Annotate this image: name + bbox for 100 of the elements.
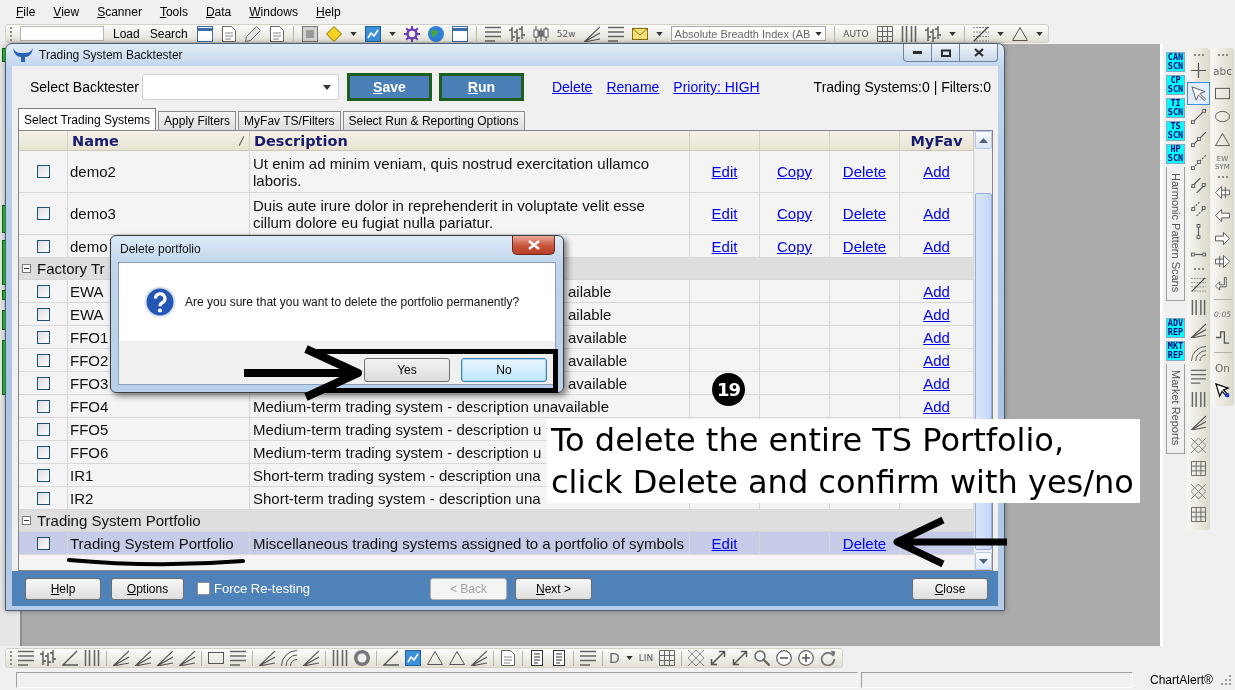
window-icon[interactable] bbox=[451, 25, 468, 42]
triangle-icon[interactable] bbox=[449, 650, 465, 666]
diagonal-arrows-icon[interactable] bbox=[732, 650, 749, 666]
refresh-icon[interactable] bbox=[820, 650, 837, 666]
checkbox[interactable] bbox=[36, 330, 50, 344]
checkbox[interactable] bbox=[36, 445, 50, 459]
chart-box-icon[interactable] bbox=[405, 650, 421, 666]
add-favorite-link[interactable]: Add bbox=[923, 351, 950, 369]
bar-chart-icon[interactable] bbox=[508, 25, 525, 42]
bar-chart-icon[interactable] bbox=[924, 25, 941, 42]
linear-scale-button[interactable]: LIN bbox=[638, 653, 654, 663]
angle-icon[interactable] bbox=[383, 650, 399, 666]
copy-link[interactable]: Copy bbox=[777, 237, 812, 255]
checkbox[interactable] bbox=[36, 239, 50, 253]
tab[interactable]: Select Run & Reporting Options bbox=[342, 111, 525, 130]
fan-lines-icon[interactable] bbox=[303, 650, 319, 666]
vertical-bars-icon[interactable] bbox=[84, 650, 100, 666]
add-favorite-link[interactable]: Add bbox=[923, 328, 950, 346]
edit-link[interactable]: Edit bbox=[711, 534, 738, 552]
triangle-icon[interactable] bbox=[1011, 25, 1028, 42]
edit-link[interactable]: Edit bbox=[711, 237, 738, 255]
delete-link[interactable]: Delete bbox=[842, 205, 887, 222]
copy-link[interactable]: Copy bbox=[777, 205, 812, 222]
symbol-field[interactable] bbox=[20, 26, 104, 41]
menu-item[interactable]: View bbox=[53, 5, 80, 19]
add-favorite-link[interactable]: Add bbox=[923, 374, 950, 392]
scan-button[interactable]: TI SCN bbox=[1166, 98, 1185, 118]
fan-lines-icon[interactable] bbox=[471, 650, 487, 666]
save-button[interactable]: Save bbox=[346, 73, 432, 101]
checkbox[interactable] bbox=[36, 376, 50, 390]
search-button[interactable]: Search bbox=[148, 26, 189, 41]
lines-icon[interactable] bbox=[607, 25, 624, 42]
fibonacci-lines-icon[interactable] bbox=[972, 25, 989, 42]
caret-icon[interactable] bbox=[948, 31, 956, 36]
menu-item[interactable]: Data bbox=[205, 5, 232, 19]
copy-link[interactable]: Copy bbox=[777, 163, 812, 180]
minus-box-icon[interactable] bbox=[22, 264, 31, 273]
rectangle-icon[interactable] bbox=[208, 650, 224, 666]
search-icon[interactable] bbox=[754, 650, 771, 666]
checkbox[interactable] bbox=[36, 307, 50, 321]
scan-button[interactable]: CP SCN bbox=[1166, 75, 1185, 95]
indicator-dropdown[interactable]: Absolute Breadth Index (AB bbox=[670, 26, 827, 41]
edit-link[interactable]: Edit bbox=[711, 205, 738, 222]
window-close-button[interactable] bbox=[512, 236, 555, 255]
report-button[interactable]: MKT REP bbox=[1166, 341, 1185, 362]
toggle-tool[interactable]: On bbox=[1211, 356, 1234, 379]
triangle-icon[interactable] bbox=[427, 650, 443, 666]
next-button[interactable]: Next > bbox=[515, 577, 592, 600]
caret-icon[interactable] bbox=[625, 656, 633, 660]
envelope-icon[interactable] bbox=[631, 25, 648, 42]
scan-button[interactable]: HP SCN bbox=[1166, 144, 1185, 164]
minimize-button[interactable] bbox=[903, 44, 932, 62]
panel-tab[interactable]: Harmonic Pattern Scans bbox=[1166, 167, 1185, 302]
scroll-up-button[interactable] bbox=[975, 131, 992, 149]
checkbox[interactable] bbox=[36, 165, 50, 178]
menu-item[interactable]: Windows bbox=[249, 5, 298, 19]
vertical-bars-icon[interactable] bbox=[900, 25, 917, 42]
chart-box-icon[interactable] bbox=[364, 25, 381, 42]
angle-icon[interactable] bbox=[62, 650, 78, 666]
checkbox[interactable] bbox=[36, 468, 50, 482]
menu-item[interactable]: Scanner bbox=[97, 5, 142, 19]
globe-icon[interactable] bbox=[427, 25, 444, 42]
window-icon[interactable] bbox=[196, 25, 213, 42]
checkbox[interactable] bbox=[36, 422, 50, 436]
text-tool[interactable]: abc bbox=[1211, 59, 1234, 82]
checkbox[interactable] bbox=[36, 353, 50, 367]
lines-icon[interactable] bbox=[18, 650, 34, 666]
rename-link[interactable]: Rename bbox=[606, 79, 660, 95]
help-button[interactable]: Help bbox=[25, 577, 101, 600]
document-icon[interactable] bbox=[220, 25, 237, 42]
edit-link[interactable]: Edit bbox=[711, 163, 738, 180]
window-close-button[interactable] bbox=[959, 44, 998, 62]
menu-item[interactable]: File bbox=[16, 5, 36, 19]
scan-button[interactable]: CAN SCN bbox=[1166, 52, 1185, 72]
checkbox[interactable] bbox=[36, 284, 50, 298]
delete-link[interactable]: Delete bbox=[842, 534, 887, 552]
scroll-down-button[interactable] bbox=[975, 552, 992, 570]
menu-item[interactable]: Tools bbox=[159, 5, 188, 19]
delete-link[interactable]: Delete bbox=[842, 237, 887, 255]
menu-item[interactable]: Help bbox=[315, 5, 341, 19]
options-button[interactable]: Options bbox=[111, 577, 184, 600]
checkbox[interactable] bbox=[36, 536, 50, 550]
fan-lines-icon[interactable] bbox=[135, 650, 151, 666]
add-favorite-link[interactable]: Add bbox=[923, 397, 950, 415]
diagonal-arrows-icon[interactable] bbox=[710, 650, 727, 666]
report-button[interactable]: ADV REP bbox=[1166, 318, 1185, 339]
yes-button[interactable]: Yes bbox=[364, 358, 450, 382]
crosshatch-icon[interactable] bbox=[688, 650, 705, 666]
checkbox[interactable] bbox=[36, 207, 50, 220]
minus-box-icon[interactable] bbox=[22, 516, 31, 525]
fan-lines-icon[interactable] bbox=[583, 25, 600, 42]
fan-lines-icon[interactable] bbox=[179, 650, 195, 666]
grid-icon[interactable] bbox=[876, 25, 893, 42]
close-button[interactable]: Close bbox=[912, 577, 988, 600]
add-favorite-link[interactable]: Add bbox=[923, 205, 950, 222]
checkbox[interactable] bbox=[36, 491, 50, 505]
disc-icon[interactable] bbox=[354, 650, 370, 666]
tab[interactable]: Select Trading Systems bbox=[18, 108, 157, 130]
add-favorite-link[interactable]: Add bbox=[923, 305, 950, 323]
caret-icon[interactable] bbox=[655, 31, 663, 36]
